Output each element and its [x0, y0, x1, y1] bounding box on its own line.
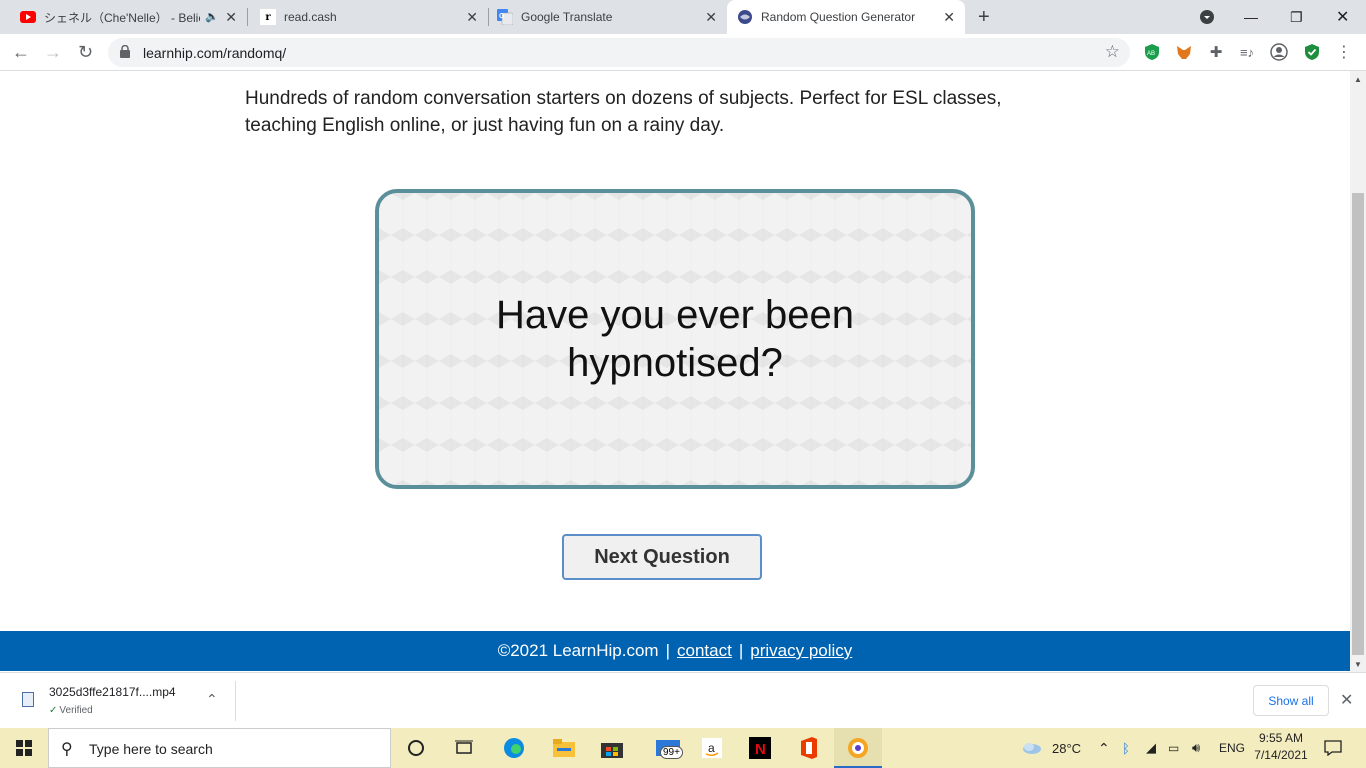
audio-playing-icon[interactable]: 🔈 [205, 10, 219, 23]
adblock-extension-icon[interactable]: AB [1143, 43, 1161, 61]
readcash-icon: r [260, 9, 276, 25]
language-indicator[interactable]: ENG [1219, 728, 1245, 768]
search-placeholder: Type here to search [89, 741, 213, 757]
close-tab-icon[interactable]: ✕ [466, 10, 478, 24]
tab-search-button[interactable] [1199, 0, 1215, 34]
battery-icon[interactable]: ▭ [1168, 728, 1179, 768]
profile-icon[interactable] [1270, 43, 1288, 61]
chevron-up-icon[interactable]: ⌃ [206, 691, 218, 708]
address-bar[interactable]: learnhip.com/randomq/ ☆ [108, 38, 1130, 67]
windows-taskbar: ⚲ Type here to search 99+ a N 28°C ⌃ ᛒ ◢… [0, 728, 1366, 768]
youtube-icon [20, 9, 36, 25]
globe-icon [737, 9, 753, 25]
close-tab-icon[interactable]: ✕ [943, 10, 955, 24]
volume-icon[interactable]: 🔊︎ [1192, 728, 1200, 768]
restore-button[interactable]: ❐ [1290, 0, 1303, 34]
shield-check-icon[interactable] [1303, 43, 1321, 61]
svg-text:N: N [755, 741, 766, 758]
close-tab-icon[interactable]: ✕ [705, 10, 717, 24]
start-button[interactable] [0, 728, 48, 768]
windows-logo-icon [16, 740, 32, 756]
download-status-text: Verified [59, 705, 93, 716]
edge-browser-icon[interactable] [502, 736, 526, 760]
download-shelf: 3025d3ffe21817f....mp4 ✓ Verified ⌃ Show … [0, 672, 1366, 728]
tab-title: Google Translate [521, 10, 613, 24]
scrollbar-thumb[interactable] [1352, 193, 1364, 655]
page-footer: ©2021 LearnHip.com | contact | privacy p… [0, 631, 1350, 671]
scroll-down-arrow-icon[interactable]: ▼ [1354, 660, 1362, 669]
tab-google-translate[interactable]: G Google Translate ✕ [489, 0, 727, 34]
web-page: Hundreds of random conversation starters… [0, 71, 1350, 677]
page-intro: Hundreds of random conversation starters… [245, 88, 1002, 136]
netflix-icon[interactable]: N [748, 736, 772, 760]
media-control-icon[interactable]: ≡♪ [1238, 43, 1256, 61]
tab-readcash[interactable]: r read.cash ✕ [248, 0, 488, 34]
check-icon: ✓ [49, 705, 58, 716]
tab-title: read.cash [284, 10, 337, 24]
browser-toolbar: ← → ↻ learnhip.com/randomq/ ☆ AB ✚ ≡♪ ⋮ [0, 34, 1366, 71]
weather-icon[interactable] [1022, 728, 1042, 768]
clock[interactable]: 9:55 AM 7/14/2021 [1248, 730, 1314, 764]
new-tab-button[interactable]: + [978, 6, 990, 29]
url-text: learnhip.com/randomq/ [143, 45, 287, 61]
task-view-icon[interactable] [452, 736, 476, 760]
clock-time: 9:55 AM [1258, 731, 1304, 745]
amazon-icon[interactable]: a [700, 736, 724, 760]
metamask-extension-icon[interactable] [1175, 43, 1193, 61]
office-icon[interactable] [797, 736, 821, 760]
search-icon: ⚲ [61, 741, 73, 758]
browser-menu-icon[interactable]: ⋮ [1335, 43, 1353, 61]
cortana-icon[interactable] [404, 736, 428, 760]
brave-browser-icon[interactable] [846, 736, 870, 760]
scroll-up-arrow-icon[interactable]: ▲ [1354, 75, 1362, 84]
forward-arrow-icon[interactable]: → [44, 42, 62, 62]
bluetooth-icon[interactable]: ᛒ [1122, 728, 1130, 768]
network-icon[interactable]: ◢ [1146, 728, 1156, 768]
bookmark-star-icon[interactable]: ☆ [1105, 42, 1120, 62]
file-explorer-icon[interactable] [552, 736, 576, 760]
question-text: Have you ever been hypnotised? [495, 293, 854, 385]
reload-icon[interactable]: ↻ [78, 42, 93, 62]
extensions-puzzle-icon[interactable]: ✚ [1207, 43, 1225, 61]
minimize-button[interactable]: — [1244, 0, 1258, 34]
google-translate-icon: G [497, 9, 513, 25]
svg-text:G: G [499, 13, 505, 20]
taskbar-search[interactable]: ⚲ Type here to search [48, 728, 391, 768]
svg-text:a: a [708, 741, 715, 755]
close-window-button[interactable]: ✕ [1336, 0, 1349, 34]
back-arrow-icon[interactable]: ← [12, 42, 30, 62]
footer-separator: | [738, 641, 744, 660]
download-status: ✓ Verified [49, 705, 93, 716]
footer-copyright: ©2021 LearnHip.com [497, 641, 659, 660]
mail-icon[interactable]: 99+ [650, 736, 686, 760]
close-download-shelf-icon[interactable]: ✕ [1340, 690, 1353, 710]
video-file-icon [22, 692, 34, 707]
download-file-name: 3025d3ffe21817f....mp4 [49, 685, 176, 699]
tab-title: シェネル（Che'Nelle） - Believ [44, 10, 200, 25]
svg-text:AB: AB [1147, 51, 1155, 57]
microsoft-store-icon[interactable] [600, 736, 624, 760]
chevron-up-icon[interactable]: ⌃ [1098, 728, 1110, 768]
download-item[interactable]: 3025d3ffe21817f....mp4 ✓ Verified ⌃ [10, 681, 236, 721]
tab-strip: シェネル（Che'Nelle） - Believ 🔈 ✕ r read.cash… [0, 0, 1366, 34]
notification-icon[interactable] [1324, 728, 1342, 768]
clock-date: 7/14/2021 [1254, 748, 1308, 762]
weather-temperature[interactable]: 28°C [1052, 728, 1081, 768]
tab-title: Random Question Generator [761, 10, 916, 24]
tab-youtube[interactable]: シェネル（Che'Nelle） - Believ 🔈 ✕ [0, 0, 247, 34]
privacy-policy-link[interactable]: privacy policy [750, 641, 852, 661]
page-scrollbar[interactable]: ▲ ▼ [1350, 71, 1366, 672]
close-tab-icon[interactable]: ✕ [225, 10, 237, 24]
mail-badge: 99+ [660, 746, 683, 759]
tab-random-question[interactable]: Random Question Generator ✕ [727, 0, 965, 34]
footer-separator: | [665, 641, 671, 660]
lock-icon [120, 45, 130, 58]
show-all-button[interactable]: Show all [1253, 685, 1329, 716]
question-card: Have you ever been hypnotised? [375, 189, 975, 489]
next-question-button[interactable]: Next Question [562, 534, 762, 580]
contact-link[interactable]: contact [677, 641, 732, 661]
